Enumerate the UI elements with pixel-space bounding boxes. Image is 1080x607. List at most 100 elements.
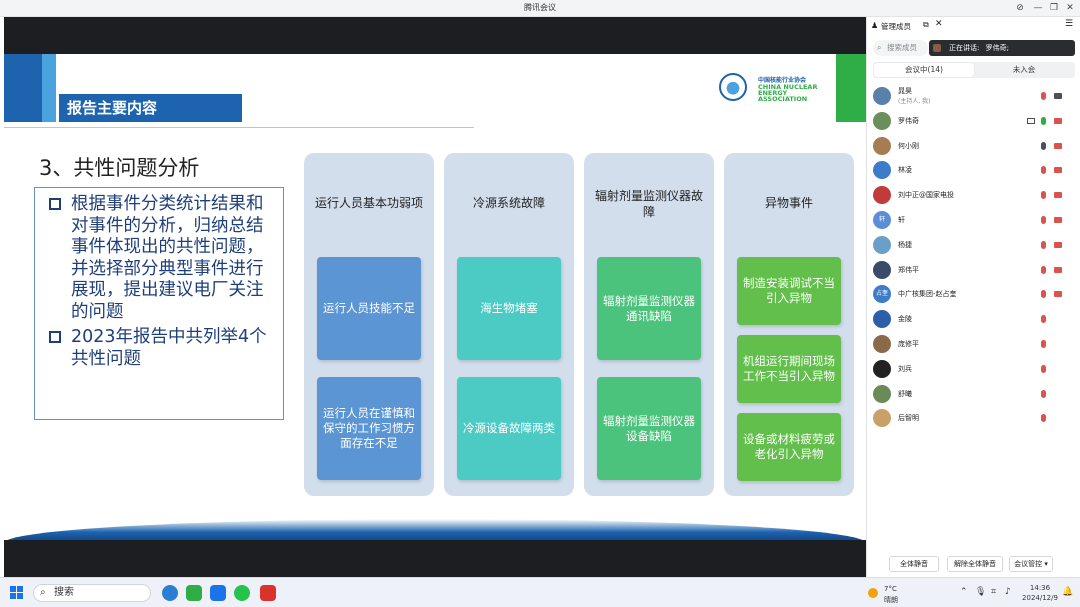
unmute-all-button[interactable]: 解除全体静音 — [947, 556, 1003, 572]
camera-icon[interactable] — [1054, 217, 1062, 223]
avatar — [873, 136, 891, 155]
member-row[interactable]: 后智明 — [871, 406, 1075, 430]
section-title: 3、共性问题分析 — [39, 156, 200, 180]
maximize-icon[interactable]: ❐ — [1047, 1, 1061, 15]
member-row[interactable]: 杨捷 — [871, 233, 1075, 257]
search-icon: ⌕ — [877, 43, 882, 52]
microphone-icon[interactable] — [1041, 216, 1046, 224]
edge-browser-icon[interactable] — [162, 585, 178, 601]
member-row[interactable]: 何小刚 — [871, 134, 1075, 158]
clock-date[interactable]: 2024/12/9 — [1022, 594, 1058, 602]
microphone-icon[interactable] — [1041, 315, 1046, 324]
speaking-indicator: 正在讲话: 罗伟奇; — [929, 40, 1075, 56]
taskbar-search[interactable]: ⌕ 搜索 — [33, 584, 151, 602]
member-icon: ♟ — [871, 21, 879, 30]
member-row[interactable]: 庞修平 — [871, 332, 1075, 356]
tray-mic-icon[interactable]: 🎙 — [975, 587, 986, 597]
speaker-avatar — [933, 44, 941, 52]
member-name: 郑伟平 — [898, 265, 919, 274]
microphone-icon[interactable] — [1041, 364, 1046, 373]
member-row[interactable]: 轩轩 — [871, 208, 1075, 232]
camera-icon[interactable] — [1054, 241, 1062, 248]
meeting-control-button[interactable]: 会议管控 ▾ — [1009, 556, 1053, 572]
member-row[interactable]: 晁昊 (主持人, 我) — [871, 84, 1075, 108]
volume-icon[interactable]: ♪ — [1005, 587, 1011, 597]
wechat-icon[interactable] — [234, 585, 250, 601]
bullet-square-icon — [49, 331, 61, 343]
microphone-icon[interactable] — [1041, 240, 1046, 249]
camera-icon[interactable] — [1054, 167, 1062, 174]
bullet-square-icon — [49, 198, 61, 210]
clock-time[interactable]: 14:36 — [1022, 584, 1058, 592]
member-search-input[interactable]: ⌕ 搜索成员 — [873, 40, 928, 56]
participants-panel: ♟ 管理成员 ⧉ ✕ ☰ ⌕ 搜索成员 正在讲话: 罗伟奇; 会议中(14) 未… — [866, 17, 1080, 577]
member-row[interactable]: 金陵 — [871, 307, 1075, 331]
microphone-icon[interactable] — [1041, 116, 1046, 125]
tencent-meeting-icon[interactable] — [210, 585, 226, 601]
weather-temp: 7°C — [884, 585, 897, 593]
microphone-icon[interactable] — [1041, 414, 1046, 423]
menu-icon[interactable]: ☰ — [1065, 19, 1073, 29]
logo-text-en: CHINA NUCLEAR ENERGY ASSOCIATION — [758, 83, 818, 103]
avatar — [873, 310, 891, 329]
issue-card: 制造安装调试不当引入异物 — [737, 257, 841, 325]
microphone-icon[interactable] — [1041, 92, 1046, 100]
member-row[interactable]: 舒曦 — [871, 382, 1075, 406]
wechat-work-icon[interactable] — [186, 585, 202, 601]
member-row[interactable]: 郑伟平 — [871, 258, 1075, 282]
mute-all-button[interactable]: 全体静音 — [889, 556, 939, 572]
issue-card: 机组运行期间现场工作不当引入异物 — [737, 335, 841, 403]
network-icon[interactable]: ⌗ — [991, 587, 996, 597]
tray-chevron-icon[interactable]: ⌃ — [960, 587, 968, 597]
member-name: 后智明 — [898, 414, 919, 423]
tab-in-meeting[interactable]: 会议中(14) — [874, 63, 974, 77]
member-row[interactable]: 林凌 — [871, 158, 1075, 182]
category-panel: 辐射剂量监测仪器故障 辐射剂量监测仪器通讯缺陷 辐射剂量监测仪器设备缺陷 — [584, 153, 714, 496]
avatar: 轩 — [873, 211, 891, 229]
camera-icon[interactable] — [1054, 291, 1062, 298]
close-panel-icon[interactable]: ✕ — [935, 19, 943, 29]
pin-icon[interactable]: ⊘ — [1013, 1, 1027, 15]
camera-icon[interactable] — [1054, 266, 1062, 273]
member-name: 罗伟奇 — [898, 116, 919, 125]
microphone-icon[interactable] — [1041, 340, 1046, 348]
camera-icon[interactable] — [1054, 93, 1062, 99]
share-top-bar — [4, 17, 866, 54]
member-name: 庞修平 — [898, 340, 919, 348]
microphone-icon[interactable] — [1041, 389, 1046, 398]
member-name: 轩 — [898, 216, 905, 224]
category-panel: 异物事件 制造安装调试不当引入异物 机组运行期间现场工作不当引入异物 设备或材料… — [724, 153, 854, 496]
member-row[interactable]: 占奎 中广核集团-赵占奎 — [871, 282, 1075, 306]
member-row[interactable]: 刘中正@国家电投 — [871, 183, 1075, 207]
camera-icon[interactable] — [1054, 117, 1062, 124]
microphone-icon[interactable] — [1041, 265, 1046, 274]
notification-bell-icon[interactable]: 🔔 — [1062, 587, 1073, 597]
microphone-icon[interactable] — [1041, 191, 1046, 200]
microphone-icon[interactable] — [1041, 290, 1046, 299]
bullet-item: 2023年报告中共列举4个共性问题 — [41, 327, 277, 370]
member-name: 金陵 — [898, 315, 912, 324]
panel-header: ♟ 管理成员 ⧉ ✕ ☰ — [867, 17, 1080, 35]
member-row[interactable]: 刘兵 — [871, 357, 1075, 381]
avatar — [873, 384, 891, 403]
tab-not-joined[interactable]: 未入会 — [974, 63, 1074, 77]
microphone-icon[interactable] — [1041, 166, 1046, 175]
wps-icon[interactable] — [260, 585, 276, 601]
bullet-text: 根据事件分类统计结果和对事件的分析，归纳总结事件体现出的共性问题，并选择部分典型… — [71, 194, 264, 322]
issue-card: 运行人员在谨慎和保守的工作习惯方面存在不足 — [317, 377, 421, 480]
camera-icon[interactable] — [1054, 192, 1062, 199]
member-row[interactable]: 罗伟奇 — [871, 109, 1075, 133]
microphone-icon[interactable] — [1041, 141, 1046, 150]
windows-start-icon[interactable] — [10, 586, 24, 600]
minimize-icon[interactable]: — — [1031, 1, 1045, 15]
speaking-name: 罗伟奇; — [985, 44, 1009, 52]
camera-icon[interactable] — [1054, 142, 1062, 149]
issue-card: 海生物堵塞 — [457, 257, 561, 360]
slide-decor-strip — [4, 54, 42, 122]
issue-card: 冷源设备故障两类 — [457, 377, 561, 480]
close-window-icon[interactable]: ✕ — [1063, 1, 1077, 15]
popout-icon[interactable]: ⧉ — [923, 20, 929, 30]
slide: 报告主要内容 中国核能行业协会 CHINA NUCLEAR ENERGY ASS… — [4, 54, 866, 540]
panel-title: 运行人员基本功弱项 — [314, 196, 423, 210]
panel-title: 辐射剂量监测仪器故障 — [594, 189, 703, 219]
